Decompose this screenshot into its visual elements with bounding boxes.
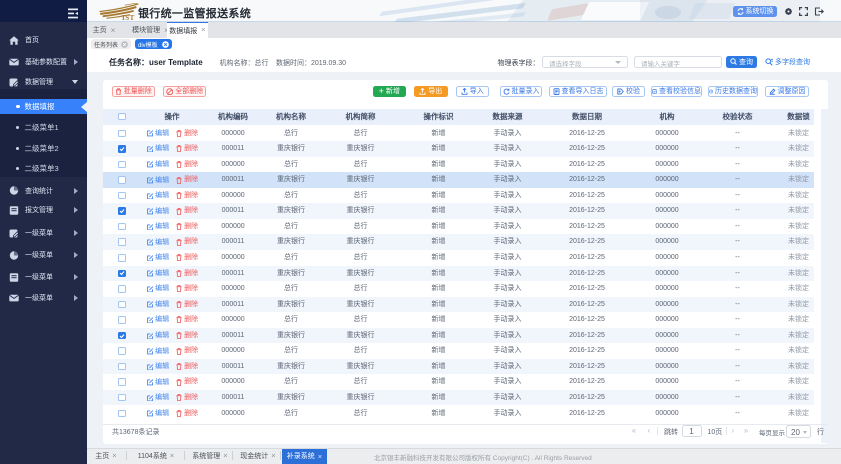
svg-text:IST: IST: [122, 14, 135, 20]
